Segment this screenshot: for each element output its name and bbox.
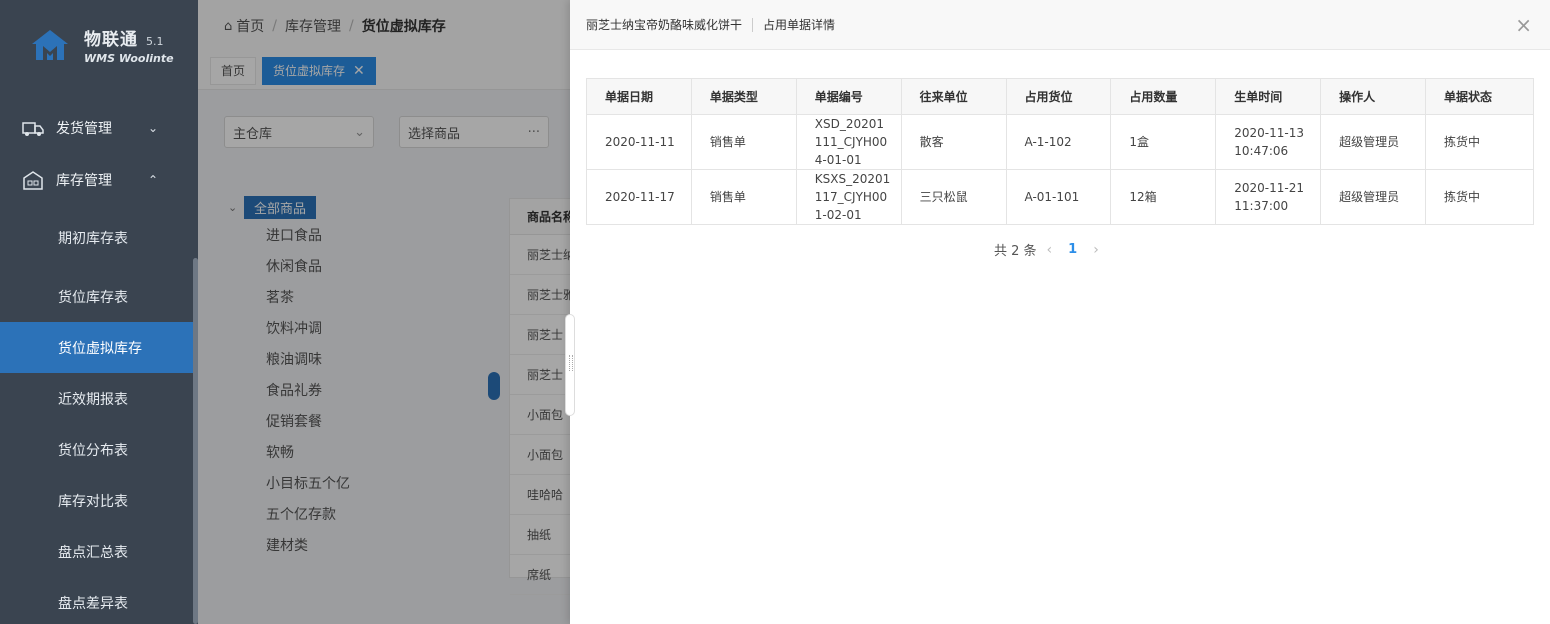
column-header[interactable]: 单据日期 — [586, 78, 692, 115]
table-cell: 2020-11-13 10:47:06 — [1215, 114, 1322, 170]
drawer-product-name: 丽芝士纳宝帝奶酪味威化饼干 — [586, 18, 743, 32]
column-header[interactable]: 单据编号 — [795, 78, 902, 115]
drawer-title: 占用单据详情 — [763, 18, 836, 32]
pagination: 共 2 条 ‹ 1 › — [994, 240, 1109, 260]
close-icon[interactable]: × — [1515, 15, 1532, 35]
truck-icon — [22, 118, 44, 138]
table-cell: 拣货中 — [1425, 114, 1534, 170]
table-row[interactable]: 2020-11-17 销售单 KSXS_20201117_CJYH001-02-… — [586, 169, 1534, 225]
sidebar-item-location-stock[interactable]: 货位库存表 — [0, 271, 198, 322]
logo: 物联通 5.1 WMS Woolinte — [0, 0, 198, 90]
sidebar-item-count-summary[interactable]: 盘点汇总表 — [0, 526, 198, 577]
brand-version: 5.1 — [146, 35, 164, 48]
chevron-up-icon: ⌃ — [147, 173, 158, 187]
sidebar-item-virtual-stock[interactable]: 货位虚拟库存 — [0, 322, 198, 373]
sidebar-item-near-expiry[interactable]: 近效期报表 — [0, 373, 198, 424]
table-cell: XSD_20201111_CJYH004-01-01 — [795, 114, 902, 170]
table-cell: 1盒 — [1110, 114, 1217, 170]
brand-name: 物联通 — [84, 30, 138, 50]
sidebar-item-location-distribution[interactable]: 货位分布表 — [0, 424, 198, 475]
table-cell: A-01-101 — [1005, 169, 1112, 225]
column-header[interactable]: 生单时间 — [1215, 78, 1322, 115]
detail-drawer: 丽芝士纳宝帝奶酪味威化饼干 占用单据详情 × 单据日期 单据类型 单据编号 往来… — [565, 0, 1550, 624]
table-cell: 超级管理员 — [1320, 169, 1427, 225]
column-header[interactable]: 占用货位 — [1005, 78, 1112, 115]
table-cell: 2020-11-17 — [586, 169, 692, 225]
warehouse-icon — [22, 170, 44, 190]
column-header[interactable]: 单据类型 — [690, 78, 797, 115]
drawer-header: 丽芝士纳宝帝奶酪味威化饼干 占用单据详情 — [570, 0, 1550, 50]
chevron-down-icon: ⌄ — [147, 121, 158, 135]
chevron-left-icon[interactable]: ‹ — [1047, 242, 1053, 258]
table-cell: 散客 — [900, 114, 1007, 170]
table-cell: 三只松鼠 — [900, 169, 1007, 225]
modal-mask[interactable] — [198, 0, 570, 624]
table-cell: 12箱 — [1110, 169, 1217, 225]
chevron-right-icon[interactable]: › — [1093, 242, 1099, 258]
occupancy-table: 单据日期 单据类型 单据编号 往来单位 占用货位 占用数量 生单时间 操作人 单… — [586, 78, 1534, 225]
sidebar-item-opening-stock[interactable]: 期初库存表 — [0, 212, 198, 263]
table-cell: 超级管理员 — [1320, 114, 1427, 170]
column-header[interactable]: 单据状态 — [1425, 78, 1534, 115]
table-cell: KSXS_20201117_CJYH001-02-01 — [795, 169, 902, 225]
table-header-row: 单据日期 单据类型 单据编号 往来单位 占用货位 占用数量 生单时间 操作人 单… — [586, 78, 1534, 115]
drawer-resize-handle[interactable] — [565, 314, 575, 416]
pagination-total: 共 2 条 — [994, 244, 1037, 259]
sidebar-item-stock-compare[interactable]: 库存对比表 — [0, 475, 198, 526]
table-cell: 销售单 — [690, 114, 797, 170]
house-logo-icon — [30, 28, 70, 62]
table-cell: 销售单 — [690, 169, 797, 225]
column-header[interactable]: 占用数量 — [1110, 78, 1217, 115]
menu-group-shipping[interactable]: 发货管理 ⌄ — [0, 102, 198, 154]
menu-group-label: 库存管理 — [56, 173, 112, 189]
table-row[interactable]: 2020-11-11 销售单 XSD_20201111_CJYH004-01-0… — [586, 114, 1534, 170]
column-header[interactable]: 往来单位 — [900, 78, 1007, 115]
page-number[interactable]: 1 — [1068, 242, 1077, 257]
column-header[interactable]: 操作人 — [1320, 78, 1427, 115]
table-cell: A-1-102 — [1005, 114, 1112, 170]
menu-group-label: 发货管理 — [56, 121, 112, 137]
menu-group-inventory[interactable]: 库存管理 ⌃ — [0, 154, 198, 206]
table-cell: 拣货中 — [1425, 169, 1534, 225]
table-cell: 2020-11-11 — [586, 114, 692, 170]
brand-subtitle: WMS Woolinte — [84, 52, 174, 65]
sidebar: 物联通 5.1 WMS Woolinte 发货管理 ⌄ 库存管理 ⌃ 期初库存表 … — [0, 0, 198, 624]
sidebar-item-count-diff[interactable]: 盘点差异表 — [0, 577, 198, 624]
table-cell: 2020-11-21 11:37:00 — [1215, 169, 1322, 225]
